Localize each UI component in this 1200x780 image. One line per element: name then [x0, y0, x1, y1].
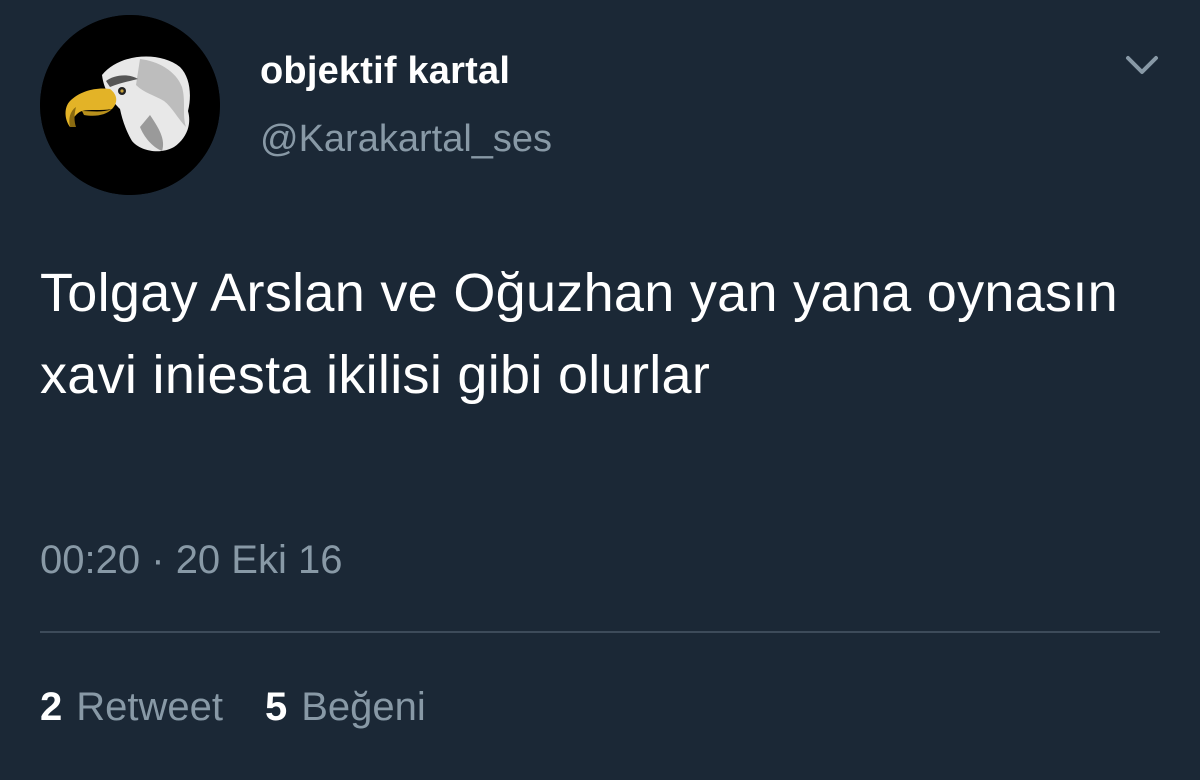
- meta-separator: ·: [151, 538, 165, 582]
- tweet-stats: 2 Retweet 5 Beğeni: [40, 685, 426, 730]
- chevron-down-icon: [1126, 56, 1158, 74]
- author-handle[interactable]: @Karakartal_ses: [260, 118, 552, 161]
- tweet-date: 20 Eki 16: [175, 538, 343, 582]
- retweet-count: 2: [40, 685, 63, 729]
- eagle-icon: [40, 15, 220, 195]
- like-label: Beğeni: [301, 685, 426, 729]
- tweet-text: Tolgay Arslan ve Oğuzhan yan yana oynası…: [40, 263, 1118, 405]
- like-stat[interactable]: 5 Beğeni: [265, 685, 426, 730]
- tweet-card: objektif kartal @Karakartal_ses Tolgay A…: [0, 0, 1200, 780]
- author-display-name[interactable]: objektif kartal: [260, 50, 510, 93]
- tweet-time: 00:20: [40, 538, 141, 582]
- like-count: 5: [265, 685, 288, 729]
- tweet-timestamp[interactable]: 00:20 · 20 Eki 16: [40, 538, 342, 583]
- tweet-menu-button[interactable]: [1120, 45, 1164, 85]
- divider: [40, 631, 1160, 633]
- retweet-stat[interactable]: 2 Retweet: [40, 685, 223, 730]
- retweet-label: Retweet: [76, 685, 223, 729]
- avatar[interactable]: [40, 15, 220, 195]
